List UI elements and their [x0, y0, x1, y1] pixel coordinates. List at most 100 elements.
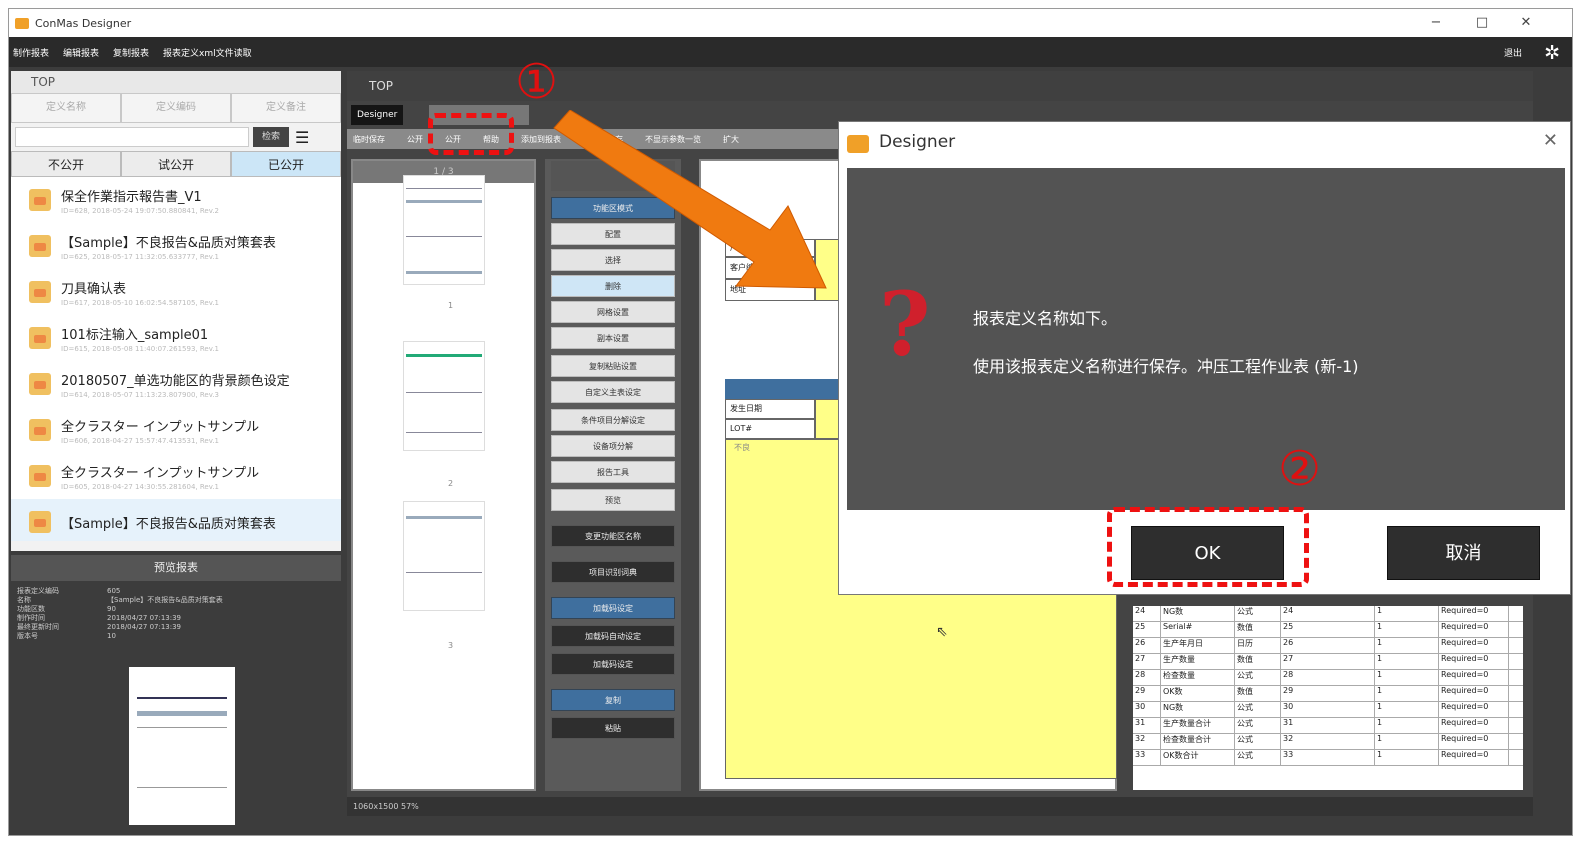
cell: 1: [1375, 654, 1439, 669]
table-row[interactable]: 33 OK数合计 公式 33 1 Required=0: [1133, 750, 1523, 766]
tab-unpublished[interactable]: 不公开: [11, 151, 121, 177]
thumb-line: [406, 516, 482, 519]
tab-trial-published[interactable]: 试公开: [121, 151, 231, 177]
cell: 生产数量合计: [1161, 718, 1235, 733]
cell: 24: [1281, 606, 1375, 621]
cell: 生产数量: [1161, 654, 1235, 669]
list-item[interactable]: 保全作業指示報告書_V1 ID=628, 2018-05-24 19:07:50.…: [11, 177, 341, 223]
func-custom-master[interactable]: 自定义主表设定: [551, 381, 675, 403]
report-sub: ID=606, 2018-04-27 15:57:47.413531, Rev.…: [61, 436, 220, 445]
report-sub: ID=605, 2018-04-27 14:30:55.281604, Rev.…: [61, 482, 220, 491]
page-thumb-1[interactable]: [403, 175, 485, 285]
cell: 公式: [1235, 718, 1281, 733]
report-name: 101标注输入_sample01: [61, 327, 209, 343]
cell: 27: [1133, 654, 1161, 669]
minimize-button[interactable]: −: [1426, 15, 1446, 30]
func-copy-paste[interactable]: 复制粘贴设置: [551, 355, 675, 377]
list-view-icon[interactable]: ☰: [295, 128, 309, 147]
table-row[interactable]: 30 NG数 公式 30 1 Required=0: [1133, 702, 1523, 718]
tab-definition-name[interactable]: 定义名称: [11, 93, 121, 123]
cancel-button[interactable]: 取消: [1387, 526, 1540, 580]
cell: 31: [1133, 718, 1161, 733]
cell: 1: [1375, 734, 1439, 749]
search-input[interactable]: [15, 127, 249, 147]
info-value: 【Sample】不良报告&品质对策套表: [107, 596, 223, 604]
tab-definition-code[interactable]: 定义编码: [121, 93, 231, 123]
preview-info: 报表定义编码 605 名称 【Sample】不良报告&品质对策套表 功能区数 90 制…: [17, 587, 223, 641]
list-item[interactable]: 全クラスター インプットサンプル ID=605, 2018-04-27 14:30…: [11, 453, 341, 499]
func-condition-split[interactable]: 条件项目分解设定: [551, 409, 675, 431]
table-row[interactable]: 28 检查数量 公式 28 1 Required=0: [1133, 670, 1523, 686]
form-label: LOT#: [725, 419, 815, 439]
cell: 1: [1375, 638, 1439, 653]
list-item[interactable]: 20180507_单选功能区的背景颜色设定 ID=614, 2018-05-07 …: [11, 361, 341, 407]
cell: 1: [1375, 622, 1439, 637]
menu-copy-report[interactable]: 复制报表: [113, 46, 149, 59]
gear-icon[interactable]: ✲: [1544, 42, 1560, 64]
thumb-line: [406, 432, 482, 433]
func-preview[interactable]: 预览: [551, 489, 675, 511]
maximize-button[interactable]: □: [1472, 15, 1492, 30]
tab-definition-remark[interactable]: 定义备注: [231, 93, 341, 123]
thumb-line: [137, 727, 227, 728]
search-row: 检索 ☰: [11, 123, 341, 151]
list-item[interactable]: 【Sample】不良报告&品质对策套表 ID=625, 2018-05-17 11…: [11, 223, 341, 269]
close-button[interactable]: ✕: [1516, 15, 1536, 30]
app-icon: [15, 17, 29, 29]
cell: 检查数量: [1161, 670, 1235, 685]
left-panel: TOP 定义名称 定义编码 定义备注 检索 ☰ 不公开 试公开 已公开 保全作業…: [11, 71, 341, 551]
report-sub: ID=615, 2018-05-08 11:40:07.261593, Rev.…: [61, 344, 220, 353]
toolbar-publish-a[interactable]: 公开: [407, 134, 423, 145]
status-bar: 1060x1500 57%: [347, 797, 1533, 816]
func-rename-area[interactable]: 变更功能区名称: [551, 525, 675, 547]
logout-button[interactable]: 退出: [1504, 46, 1522, 59]
cluster-table: 24 NG数 公式 24 1 Required=0 25 Serial# 数值 25 1 Requi…: [1133, 606, 1523, 790]
thumb-line: [137, 787, 227, 788]
func-grid[interactable]: 网格设置: [551, 301, 675, 323]
func-copy[interactable]: 复制: [551, 689, 675, 711]
table-row[interactable]: 32 检查数量合计 公式 32 1 Required=0: [1133, 734, 1523, 750]
func-load-code-2[interactable]: 加载码设定: [551, 653, 675, 675]
report-icon: [29, 281, 51, 303]
table-row[interactable]: 25 Serial# 数值 25 1 Required=0: [1133, 622, 1523, 638]
cell: 公式: [1235, 670, 1281, 685]
list-item[interactable]: 【Sample】不良报告&品质对策套表: [11, 499, 341, 541]
func-device-split[interactable]: 设备项分解: [551, 435, 675, 457]
page-thumb-2[interactable]: [403, 341, 485, 451]
list-item[interactable]: 刀具确认表 ID=617, 2018-05-10 16:02:54.587105,…: [11, 269, 341, 315]
cell: 数值: [1235, 622, 1281, 637]
cell: 25: [1281, 622, 1375, 637]
table-row[interactable]: 26 生产年月日 日历 26 1 Required=0: [1133, 638, 1523, 654]
cell: 日历: [1235, 638, 1281, 653]
page-number: 2: [448, 479, 454, 488]
cell: 公式: [1235, 750, 1281, 765]
toolbar-temp-save[interactable]: 临时保存: [353, 134, 385, 145]
tab-designer[interactable]: Designer: [351, 105, 404, 125]
form-label: 发生日期: [725, 399, 815, 419]
cell: 33: [1281, 750, 1375, 765]
menu-read-xml[interactable]: 报表定义xml文件读取: [163, 46, 252, 59]
menu-edit-report[interactable]: 编辑报表: [63, 46, 99, 59]
report-name: 20180507_单选功能区的背景颜色设定: [61, 373, 290, 389]
tab-published[interactable]: 已公开: [231, 151, 341, 177]
list-item[interactable]: 全クラスター インプットサンプル ID=606, 2018-04-27 15:57…: [11, 407, 341, 453]
func-dictionary[interactable]: 项目识别词典: [551, 561, 675, 583]
table-row[interactable]: 27 生产数量 数值 27 1 Required=0: [1133, 654, 1523, 670]
search-button[interactable]: 检索: [253, 127, 289, 147]
table-row[interactable]: 24 NG数 公式 24 1 Required=0: [1133, 606, 1523, 622]
func-copy-setting[interactable]: 副本设置: [551, 327, 675, 349]
list-item[interactable]: 101标注输入_sample01 ID=615, 2018-05-08 11:40…: [11, 315, 341, 361]
func-load-code-auto[interactable]: 加载码自动设定: [551, 625, 675, 647]
info-label: 版本号: [17, 632, 38, 640]
page-thumb-3[interactable]: [403, 501, 485, 611]
cell: OK数: [1161, 686, 1235, 701]
func-load-code[interactable]: 加载码设定: [551, 597, 675, 619]
cell: 1: [1375, 670, 1439, 685]
arrow-icon: [553, 110, 827, 289]
func-paste[interactable]: 粘贴: [551, 717, 675, 739]
table-row[interactable]: 31 生产数量合计 公式 31 1 Required=0: [1133, 718, 1523, 734]
func-report-tool[interactable]: 报告工具: [551, 461, 675, 483]
table-row[interactable]: 29 OK数 数值 29 1 Required=0: [1133, 686, 1523, 702]
menu-create-report[interactable]: 制作报表: [13, 46, 49, 59]
dialog-close-icon[interactable]: ✕: [1543, 130, 1558, 151]
